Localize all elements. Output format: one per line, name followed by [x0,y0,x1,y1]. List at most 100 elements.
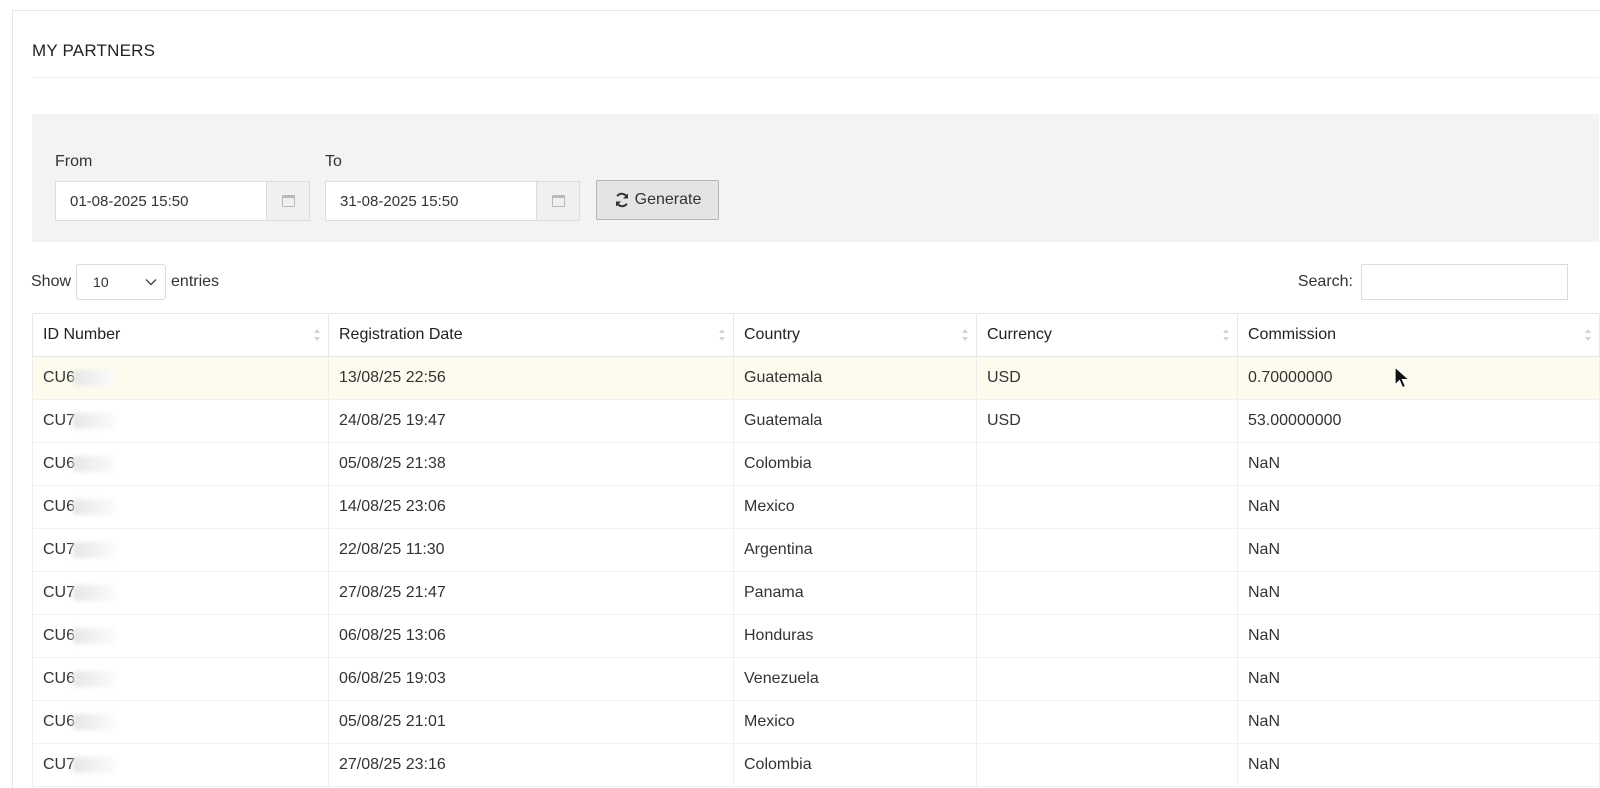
column-header-country[interactable]: Country [733,313,977,357]
cell-date: 05/08/25 21:38 [328,442,734,486]
table-row[interactable]: CU6 05/08/25 21:01 Mexico NaN [32,700,1600,744]
entries-select[interactable]: 10 [76,264,167,300]
cell-id: CU6 [32,356,329,400]
cell-id: CU6 [32,700,329,744]
redacted-id [73,756,116,773]
cell-date: 22/08/25 11:30 [328,528,734,572]
title-divider [32,77,1599,78]
cell-country: Colombia [733,743,977,787]
column-header-id[interactable]: ID Number [32,313,329,357]
cell-country: Colombia [733,442,977,486]
to-calendar-button[interactable] [537,181,580,221]
cell-id: CU7 [32,528,329,572]
cell-currency: USD [976,399,1238,443]
redacted-id [73,455,116,472]
from-calendar-button[interactable] [267,181,310,221]
cell-country: Mexico [733,700,977,744]
cell-id: CU6 [32,442,329,486]
page-title: MY PARTNERS [32,41,156,60]
table-header-row: ID Number Registration Date Country Curr… [32,313,1600,357]
cell-currency [976,571,1238,615]
generate-label: Generate [634,191,702,208]
cell-currency: USD [976,356,1238,400]
cell-currency [976,700,1238,744]
cell-commission: NaN [1237,528,1600,572]
date-filter-box: From 01-08-2025 15:50 To 31-08-2025 15:5… [32,114,1599,242]
to-label: To [325,153,342,170]
sort-icon [1223,329,1229,341]
cell-id: CU6 [32,614,329,658]
chevron-down-icon [145,279,157,286]
cell-id: CU6 [32,657,329,701]
redacted-id [73,541,116,558]
sort-icon [314,329,320,341]
redacted-id [73,584,116,601]
sort-icon [1585,329,1591,341]
table-row[interactable]: CU6 13/08/25 22:56 Guatemala USD 0.70000… [32,356,1600,400]
cell-currency [976,442,1238,486]
cell-date: 24/08/25 19:47 [328,399,734,443]
table-row[interactable]: CU6 06/08/25 13:06 Honduras NaN [32,614,1600,658]
partners-table: ID Number Registration Date Country Curr… [32,313,1600,787]
redacted-id [73,627,116,644]
calendar-icon [281,195,295,207]
cell-date: 14/08/25 23:06 [328,485,734,529]
show-label: Show [31,273,72,290]
cell-commission: NaN [1237,657,1600,701]
cell-commission: NaN [1237,743,1600,787]
table-row[interactable]: CU7 27/08/25 23:16 Colombia NaN [32,743,1600,787]
cell-id: CU7 [32,743,329,787]
calendar-icon [551,195,565,207]
cell-currency [976,614,1238,658]
mouse-cursor-icon [1394,366,1410,389]
cell-currency [976,657,1238,701]
generate-button[interactable]: Generate [596,180,719,220]
cell-commission: NaN [1237,571,1600,615]
cell-commission: NaN [1237,485,1600,529]
page-length-control: Show 10 entries [31,264,219,300]
cell-id: CU6 [32,485,329,529]
table-row[interactable]: CU7 24/08/25 19:47 Guatemala USD 53.0000… [32,399,1600,443]
from-date-input[interactable]: 01-08-2025 15:50 [55,181,267,221]
cell-currency [976,743,1238,787]
to-date-group: 31-08-2025 15:50 [325,181,580,221]
cell-currency [976,485,1238,529]
search-input[interactable] [1361,264,1568,300]
redacted-id [73,670,116,687]
table-row[interactable]: CU6 05/08/25 21:38 Colombia NaN [32,442,1600,486]
redacted-id [73,713,116,730]
sort-icon [962,329,968,341]
cell-country: Panama [733,571,977,615]
redacted-id [73,412,116,429]
cell-date: 06/08/25 13:06 [328,614,734,658]
cell-date: 13/08/25 22:56 [328,356,734,400]
column-header-currency[interactable]: Currency [976,313,1238,357]
cell-date: 05/08/25 21:01 [328,700,734,744]
to-date-input[interactable]: 31-08-2025 15:50 [325,181,537,221]
column-header-commission[interactable]: Commission [1237,313,1600,357]
cell-country: Mexico [733,485,977,529]
cell-country: Venezuela [733,657,977,701]
table-row[interactable]: CU6 06/08/25 19:03 Venezuela NaN [32,657,1600,701]
cell-commission: NaN [1237,700,1600,744]
table-row[interactable]: CU7 27/08/25 21:47 Panama NaN [32,571,1600,615]
table-row[interactable]: CU6 14/08/25 23:06 Mexico NaN [32,485,1600,529]
partners-panel: MY PARTNERS From 01-08-2025 15:50 To 31-… [12,10,1600,788]
cell-commission: NaN [1237,614,1600,658]
cell-id: CU7 [32,399,329,443]
redacted-id [73,498,116,515]
search-label: Search: [1297,273,1353,290]
cell-date: 27/08/25 23:16 [328,743,734,787]
table-row[interactable]: CU7 22/08/25 11:30 Argentina NaN [32,528,1600,572]
cell-commission: 53.00000000 [1237,399,1600,443]
column-header-registration-date[interactable]: Registration Date [328,313,734,357]
cell-country: Guatemala [733,356,977,400]
refresh-icon [615,192,628,208]
cell-country: Argentina [733,528,977,572]
redacted-id [73,369,116,386]
cell-commission: 0.70000000 [1237,356,1600,400]
cell-commission: NaN [1237,442,1600,486]
from-date-group: 01-08-2025 15:50 [55,181,310,221]
entries-select-value: 10 [93,274,109,290]
entries-label: entries [171,273,220,290]
